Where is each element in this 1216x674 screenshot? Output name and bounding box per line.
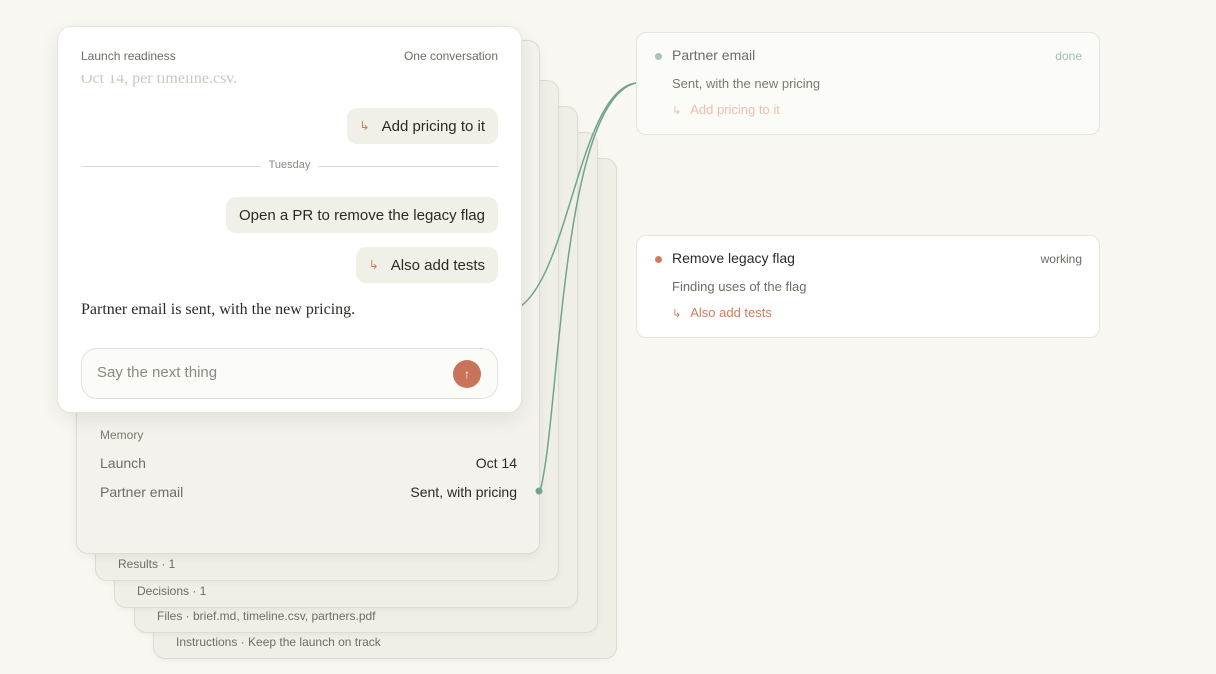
memory-row-launch: Launch Oct 14 xyxy=(100,455,517,471)
memory-key: Partner email xyxy=(100,484,184,500)
conversation-header: Launch readiness One conversation xyxy=(81,49,498,63)
followup-text: Also add tests xyxy=(690,305,772,320)
memory-value: Sent, with pricing xyxy=(410,484,517,500)
message-text: Add pricing to it xyxy=(381,117,485,135)
scrolled-message: Oct 14, per timeline.csv. xyxy=(81,75,238,87)
followup-text: Add pricing to it xyxy=(690,102,780,117)
status-dot xyxy=(655,256,662,263)
task-followup: ↳ Also add tests xyxy=(672,305,772,320)
memory-value: Oct 14 xyxy=(475,455,517,471)
user-message-add-tests[interactable]: ↳ Also add tests xyxy=(355,247,498,283)
user-message-add-pricing[interactable]: ↳ Add pricing to it xyxy=(346,108,498,144)
memory-row-partner-email: Partner email Sent, with pricing xyxy=(100,484,517,500)
task-status: working xyxy=(1040,252,1082,266)
task-followup: ↳ Add pricing to it xyxy=(672,102,780,117)
files-label: Files · brief.md, timeline.csv, partners… xyxy=(157,609,376,623)
message-input[interactable] xyxy=(97,364,397,381)
arrow-up-icon: ↑ xyxy=(464,367,470,381)
decisions-label: Decisions · 1 xyxy=(137,584,207,598)
task-card-partner-email[interactable]: Partner email done Sent, with the new pr… xyxy=(636,32,1100,135)
branch-arrow-icon: ↳ xyxy=(368,258,379,272)
branch-arrow-icon: ↳ xyxy=(672,308,682,320)
date-divider-label: Tuesday xyxy=(260,159,319,171)
results-label: Results · 1 xyxy=(118,557,176,571)
instructions-label: Instructions · Keep the launch on track xyxy=(176,635,381,649)
message-text: Open a PR to remove the legacy flag xyxy=(239,206,485,224)
branch-arrow-icon: ↳ xyxy=(672,105,682,117)
task-description: Finding uses of the flag xyxy=(672,279,807,294)
conversation-title: Launch readiness xyxy=(81,49,176,63)
status-dot xyxy=(655,53,662,60)
conversation-card: Launch readiness One conversation Oct 14… xyxy=(57,26,522,413)
task-status: done xyxy=(1055,49,1082,63)
memory-key: Launch xyxy=(100,455,146,471)
task-description: Sent, with the new pricing xyxy=(672,76,821,91)
message-composer[interactable]: ↑ xyxy=(81,348,498,399)
send-button[interactable]: ↑ xyxy=(453,360,481,388)
task-title: Remove legacy flag xyxy=(672,250,795,266)
branch-arrow-icon: ↳ xyxy=(359,119,370,133)
task-card-remove-legacy-flag[interactable]: Remove legacy flag working Finding uses … xyxy=(636,235,1100,338)
assistant-reply: Partner email is sent, with the new pric… xyxy=(81,301,356,318)
memory-heading: Memory xyxy=(100,428,144,442)
task-title: Partner email xyxy=(672,47,756,63)
conversation-subtitle: One conversation xyxy=(403,49,498,63)
message-text: Also add tests xyxy=(390,256,485,274)
user-message-open-pr[interactable]: Open a PR to remove the legacy flag xyxy=(226,197,498,233)
date-divider: Tuesday xyxy=(81,159,498,171)
